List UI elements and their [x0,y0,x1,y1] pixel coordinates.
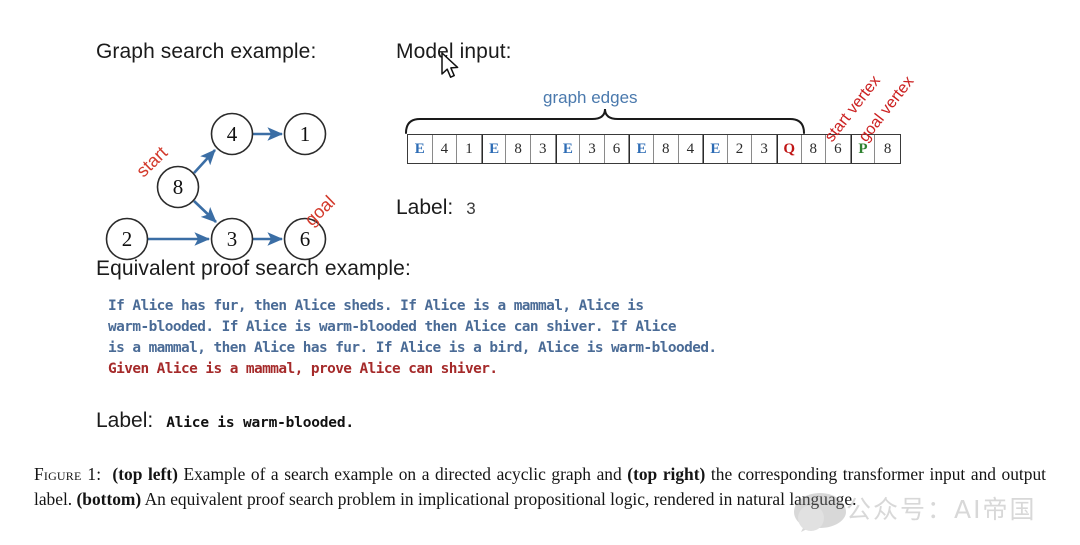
graph-node-2[interactable]: 2 [105,217,149,261]
graph-node-1[interactable]: 1 [283,112,327,156]
caption-text-1: Example of a search example on a directe… [177,464,628,484]
graph-node-3[interactable]: 3 [210,217,254,261]
token-cell-edge-symbol: E [408,135,433,163]
graph-search-panel: Graph search example: 4 1 8 2 3 6 start … [96,40,396,261]
graph-node-8-label: 8 [173,175,184,199]
model-input-label-value: 3 [466,199,476,218]
token-cell-edge-symbol: E [555,135,581,163]
proof-section-heading: Equivalent proof search example: [96,257,411,280]
proof-text-block: If Alice has fur, then Alice sheds. If A… [108,296,988,380]
figure-caption: Figure 1: (top left) Example of a search… [34,462,1046,511]
proof-line-goal: Given Alice is a mammal, prove Alice can… [108,361,498,377]
token-cell-number: 3 [752,135,777,163]
token-cell-number: 8 [653,135,679,163]
proof-line: is a mammal, then Alice has fur. If Alic… [108,340,717,356]
graph-node-4[interactable]: 4 [210,112,254,156]
caption-bold-bottom: (bottom) [76,488,142,509]
token-cell-edge-symbol: E [703,135,728,163]
graph-node-4-label: 4 [227,122,238,146]
figure-caption-label: Figure 1: [34,464,102,484]
graph-node-3-label: 3 [227,227,238,251]
caption-bold-top-left: (top left) [112,464,178,484]
token-cell-number: 3 [530,135,556,163]
graph-node-2-label: 2 [122,227,133,251]
edge-8-to-3 [193,200,217,223]
graph-node-1-label: 1 [300,122,311,146]
mouse-cursor-icon [441,52,459,78]
token-cell-number: 4 [432,135,458,163]
model-input-label-key: Label: [396,196,454,219]
token-cell-number: 6 [604,135,630,163]
graph-node-6-label: 6 [300,227,311,251]
token-cell-number: 8 [506,135,531,163]
proof-label-row: Label: Alice is warm-blooded. [96,409,354,433]
graph-edges-brace-label: graph edges [543,88,638,107]
caption-text-3: An equivalent proof search problem in im… [141,488,857,509]
proof-line: warm-blooded. If Alice is warm-blooded t… [108,319,677,335]
proof-label-value: Alice is warm-blooded. [166,415,354,431]
graph-diagram: 4 1 8 2 3 6 start goal [105,112,339,261]
proof-label-key: Label: [96,409,154,432]
token-cell-query-symbol: Q [776,135,802,163]
token-cell-number: 3 [580,135,605,163]
graph-section-heading: Graph search example: [96,40,317,63]
graph-node-8[interactable]: 8 [156,165,200,209]
edge-8-to-4 [193,149,216,174]
graph-edges-brace [405,108,805,134]
graph-nodes: 4 1 8 2 3 6 [105,112,327,261]
caption-bold-top-right: (top right) [627,464,706,484]
token-cell-number: 1 [457,135,482,163]
token-cell-number: 8 [875,135,900,163]
token-cell-edge-symbol: E [629,135,654,163]
proof-line: If Alice has fur, then Alice sheds. If A… [108,298,644,314]
token-cell-number: 2 [727,135,753,163]
token-cell-number: 8 [801,135,827,163]
token-cell-number: 4 [678,135,704,163]
model-input-label-row: Label: 3 [396,196,476,220]
figure-page: Graph search example: 4 1 8 2 3 6 start … [0,0,1080,545]
token-cell-edge-symbol: E [481,135,507,163]
